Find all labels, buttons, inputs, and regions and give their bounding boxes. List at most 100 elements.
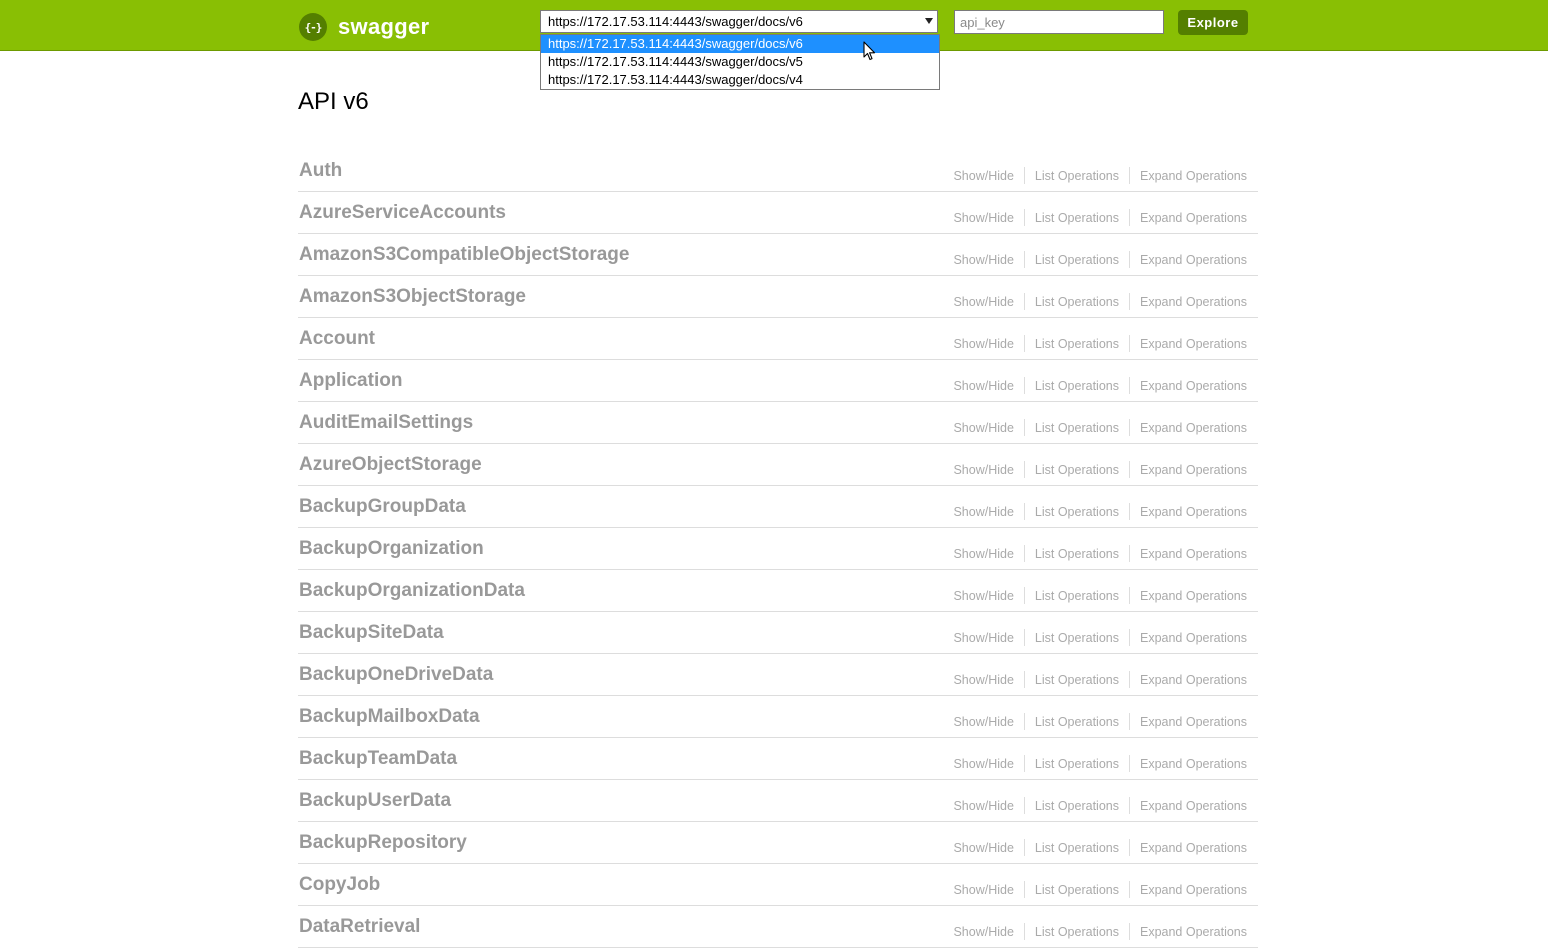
divider	[1023, 167, 1025, 184]
resource-row: BackupOneDriveData Show/Hide List Operatio…	[298, 654, 1258, 696]
show-hide-link[interactable]: Show/Hide	[953, 169, 1013, 183]
resource-name-link[interactable]: Application	[299, 370, 402, 392]
spec-url-select[interactable]: https://172.17.53.114:4443/swagger/docs/…	[540, 10, 938, 33]
list-operations-link[interactable]: List Operations	[1035, 421, 1119, 435]
show-hide-link[interactable]: Show/Hide	[953, 337, 1013, 351]
resource-row: BackupUserData Show/Hide List Operations Ex…	[298, 780, 1258, 822]
show-hide-link[interactable]: Show/Hide	[953, 505, 1013, 519]
list-operations-link[interactable]: List Operations	[1035, 295, 1119, 309]
expand-operations-link[interactable]: Expand Operations	[1140, 505, 1247, 519]
show-hide-link[interactable]: Show/Hide	[953, 883, 1013, 897]
expand-operations-link[interactable]: Expand Operations	[1140, 547, 1247, 561]
list-operations-link[interactable]: List Operations	[1035, 337, 1119, 351]
show-hide-link[interactable]: Show/Hide	[953, 547, 1013, 561]
resource-name-link[interactable]: AmazonS3CompatibleObjectStorage	[299, 244, 629, 266]
show-hide-link[interactable]: Show/Hide	[953, 295, 1013, 309]
resource-row: Auth Show/Hide List Operations Expand Opera…	[298, 150, 1258, 192]
show-hide-link[interactable]: Show/Hide	[953, 799, 1013, 813]
show-hide-link[interactable]: Show/Hide	[953, 925, 1013, 939]
resource-row: AmazonS3ObjectStorage Show/Hide List Opera…	[298, 276, 1258, 318]
show-hide-link[interactable]: Show/Hide	[953, 757, 1013, 771]
show-hide-link[interactable]: Show/Hide	[953, 841, 1013, 855]
expand-operations-link[interactable]: Expand Operations	[1140, 673, 1247, 687]
expand-operations-link[interactable]: Expand Operations	[1140, 253, 1247, 267]
spec-url-option[interactable]: https://172.17.53.114:4443/swagger/docs/…	[541, 53, 939, 71]
resource-name-link[interactable]: BackupTeamData	[299, 748, 457, 770]
expand-operations-link[interactable]: Expand Operations	[1140, 295, 1247, 309]
show-hide-link[interactable]: Show/Hide	[953, 211, 1013, 225]
resource-operations: Show/Hide List Operations Expand Operation…	[953, 293, 1247, 310]
resource-name-link[interactable]: Account	[299, 328, 375, 350]
divider	[1128, 335, 1130, 352]
show-hide-link[interactable]: Show/Hide	[953, 589, 1013, 603]
resource-row: AzureServiceAccounts Show/Hide List Operat…	[298, 192, 1258, 234]
list-operations-link[interactable]: List Operations	[1035, 883, 1119, 897]
resource-row: DataRetrieval Show/Hide List Operations Exp…	[298, 906, 1258, 948]
expand-operations-link[interactable]: Expand Operations	[1140, 925, 1247, 939]
list-operations-link[interactable]: List Operations	[1035, 379, 1119, 393]
show-hide-link[interactable]: Show/Hide	[953, 715, 1013, 729]
resource-name-link[interactable]: BackupRepository	[299, 832, 467, 854]
swagger-logo[interactable]: {-} swagger	[299, 12, 429, 42]
expand-operations-link[interactable]: Expand Operations	[1140, 463, 1247, 477]
resource-name-link[interactable]: DataRetrieval	[299, 916, 420, 938]
resource-row: Application Show/Hide List Operations Expan…	[298, 360, 1258, 402]
resource-name-link[interactable]: AmazonS3ObjectStorage	[299, 286, 526, 308]
list-operations-link[interactable]: List Operations	[1035, 589, 1119, 603]
list-operations-link[interactable]: List Operations	[1035, 841, 1119, 855]
list-operations-link[interactable]: List Operations	[1035, 463, 1119, 477]
list-operations-link[interactable]: List Operations	[1035, 211, 1119, 225]
show-hide-link[interactable]: Show/Hide	[953, 463, 1013, 477]
list-operations-link[interactable]: List Operations	[1035, 631, 1119, 645]
resource-name-link[interactable]: Auth	[299, 160, 342, 182]
resource-operations: Show/Hide List Operations Expand Operation…	[953, 629, 1247, 646]
divider	[1128, 671, 1130, 688]
show-hide-link[interactable]: Show/Hide	[953, 673, 1013, 687]
list-operations-link[interactable]: List Operations	[1035, 547, 1119, 561]
show-hide-link[interactable]: Show/Hide	[953, 379, 1013, 393]
resource-name-link[interactable]: BackupGroupData	[299, 496, 466, 518]
divider	[1023, 209, 1025, 226]
list-operations-link[interactable]: List Operations	[1035, 169, 1119, 183]
list-operations-link[interactable]: List Operations	[1035, 799, 1119, 813]
resource-name-link[interactable]: BackupOrganizationData	[299, 580, 525, 602]
expand-operations-link[interactable]: Expand Operations	[1140, 799, 1247, 813]
expand-operations-link[interactable]: Expand Operations	[1140, 169, 1247, 183]
list-operations-link[interactable]: List Operations	[1035, 715, 1119, 729]
resource-operations: Show/Hide List Operations Expand Operation…	[953, 839, 1247, 856]
resource-row: BackupTeamData Show/Hide List Operations Ex…	[298, 738, 1258, 780]
resource-name-link[interactable]: AzureServiceAccounts	[299, 202, 506, 224]
spec-url-option[interactable]: https://172.17.53.114:4443/swagger/docs/…	[541, 71, 939, 89]
expand-operations-link[interactable]: Expand Operations	[1140, 631, 1247, 645]
resource-name-link[interactable]: CopyJob	[299, 874, 380, 896]
spec-url-option[interactable]: https://172.17.53.114:4443/swagger/docs/…	[541, 35, 939, 53]
resource-name-link[interactable]: BackupMailboxData	[299, 706, 480, 728]
api-key-input[interactable]	[954, 10, 1164, 34]
divider	[1128, 167, 1130, 184]
resource-name-link[interactable]: BackupSiteData	[299, 622, 444, 644]
show-hide-link[interactable]: Show/Hide	[953, 631, 1013, 645]
resource-name-link[interactable]: BackupUserData	[299, 790, 451, 812]
resource-name-link[interactable]: BackupOneDriveData	[299, 664, 493, 686]
expand-operations-link[interactable]: Expand Operations	[1140, 337, 1247, 351]
divider	[1128, 503, 1130, 520]
resource-name-link[interactable]: BackupOrganization	[299, 538, 484, 560]
list-operations-link[interactable]: List Operations	[1035, 925, 1119, 939]
explore-button[interactable]: Explore	[1178, 10, 1248, 35]
expand-operations-link[interactable]: Expand Operations	[1140, 211, 1247, 225]
resource-name-link[interactable]: AzureObjectStorage	[299, 454, 482, 476]
list-operations-link[interactable]: List Operations	[1035, 505, 1119, 519]
list-operations-link[interactable]: List Operations	[1035, 253, 1119, 267]
expand-operations-link[interactable]: Expand Operations	[1140, 379, 1247, 393]
expand-operations-link[interactable]: Expand Operations	[1140, 421, 1247, 435]
expand-operations-link[interactable]: Expand Operations	[1140, 715, 1247, 729]
show-hide-link[interactable]: Show/Hide	[953, 253, 1013, 267]
expand-operations-link[interactable]: Expand Operations	[1140, 757, 1247, 771]
list-operations-link[interactable]: List Operations	[1035, 757, 1119, 771]
resource-name-link[interactable]: AuditEmailSettings	[299, 412, 473, 434]
expand-operations-link[interactable]: Expand Operations	[1140, 589, 1247, 603]
show-hide-link[interactable]: Show/Hide	[953, 421, 1013, 435]
expand-operations-link[interactable]: Expand Operations	[1140, 883, 1247, 897]
list-operations-link[interactable]: List Operations	[1035, 673, 1119, 687]
expand-operations-link[interactable]: Expand Operations	[1140, 841, 1247, 855]
